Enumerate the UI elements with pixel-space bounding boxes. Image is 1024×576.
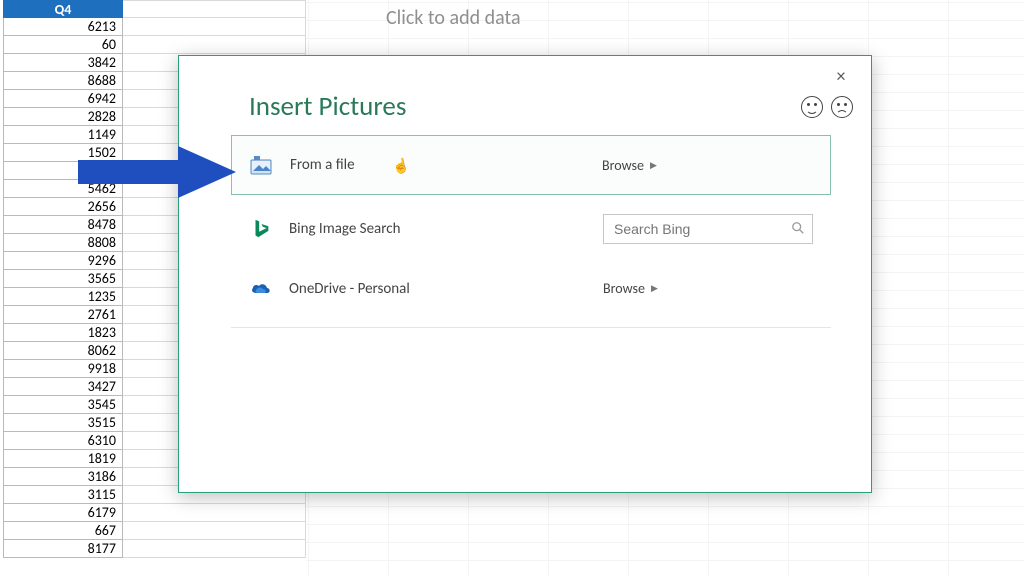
- cell-empty[interactable]: [123, 504, 306, 522]
- cell[interactable]: 8688: [3, 72, 123, 90]
- cell[interactable]: 3565: [3, 270, 123, 288]
- source-from-file[interactable]: From a file Browse ▶: [231, 135, 831, 195]
- cell[interactable]: 9918: [3, 360, 123, 378]
- cell-empty[interactable]: [123, 18, 306, 36]
- cell[interactable]: 5462: [3, 180, 123, 198]
- cell[interactable]: 3427: [3, 378, 123, 396]
- bing-icon: [249, 218, 273, 240]
- cell[interactable]: 60: [3, 36, 123, 54]
- cell[interactable]: 3515: [3, 414, 123, 432]
- cell[interactable]: 2761: [3, 306, 123, 324]
- cell[interactable]: 2828: [3, 108, 123, 126]
- cell[interactable]: 3842: [3, 54, 123, 72]
- divider: [231, 327, 831, 328]
- bing-search-input[interactable]: [603, 214, 813, 244]
- search-icon: [791, 221, 805, 235]
- cell[interactable]: 2444: [3, 162, 123, 180]
- feedback-happy-icon[interactable]: [801, 96, 823, 118]
- cell[interactable]: 3115: [3, 486, 123, 504]
- source-label: OneDrive - Personal: [289, 280, 587, 298]
- chart-empty-hint[interactable]: Click to add data: [386, 0, 926, 40]
- source-onedrive[interactable]: OneDrive - Personal Browse ▶: [249, 259, 813, 319]
- browse-button[interactable]: Browse: [603, 280, 645, 297]
- browse-button[interactable]: Browse: [602, 157, 644, 174]
- cell[interactable]: 8478: [3, 216, 123, 234]
- source-label: From a file: [290, 156, 586, 174]
- cell[interactable]: 2656: [3, 198, 123, 216]
- cell[interactable]: 3545: [3, 396, 123, 414]
- dialog-title: Insert Pictures: [249, 90, 813, 123]
- chevron-right-icon: ▶: [650, 160, 657, 171]
- cell[interactable]: 8177: [3, 540, 123, 558]
- onedrive-icon: [249, 278, 273, 300]
- cell[interactable]: 1502: [3, 144, 123, 162]
- source-bing[interactable]: Bing Image Search: [249, 199, 813, 259]
- cell[interactable]: 6213: [3, 18, 123, 36]
- cell[interactable]: 6942: [3, 90, 123, 108]
- feedback-sad-icon[interactable]: [831, 96, 853, 118]
- cell[interactable]: 6179: [3, 504, 123, 522]
- cell[interactable]: 8808: [3, 234, 123, 252]
- cell[interactable]: 1823: [3, 324, 123, 342]
- file-icon: [250, 154, 274, 176]
- cell[interactable]: 1149: [3, 126, 123, 144]
- cell[interactable]: 1235: [3, 288, 123, 306]
- close-icon[interactable]: ×: [829, 64, 853, 88]
- cell[interactable]: 8062: [3, 342, 123, 360]
- cell[interactable]: 3186: [3, 468, 123, 486]
- source-label: Bing Image Search: [289, 220, 587, 238]
- cell[interactable]: 1819: [3, 450, 123, 468]
- column-header-q4[interactable]: Q4: [3, 0, 123, 18]
- cell-empty[interactable]: [123, 522, 306, 540]
- cell[interactable]: 6310: [3, 432, 123, 450]
- chevron-right-icon: ▶: [651, 283, 658, 294]
- cell[interactable]: 667: [3, 522, 123, 540]
- insert-pictures-dialog: × Insert Pictures From a file Browse ▶ B…: [178, 55, 872, 493]
- cell[interactable]: 9296: [3, 252, 123, 270]
- cell-empty[interactable]: [123, 540, 306, 558]
- cell-empty[interactable]: [123, 36, 306, 54]
